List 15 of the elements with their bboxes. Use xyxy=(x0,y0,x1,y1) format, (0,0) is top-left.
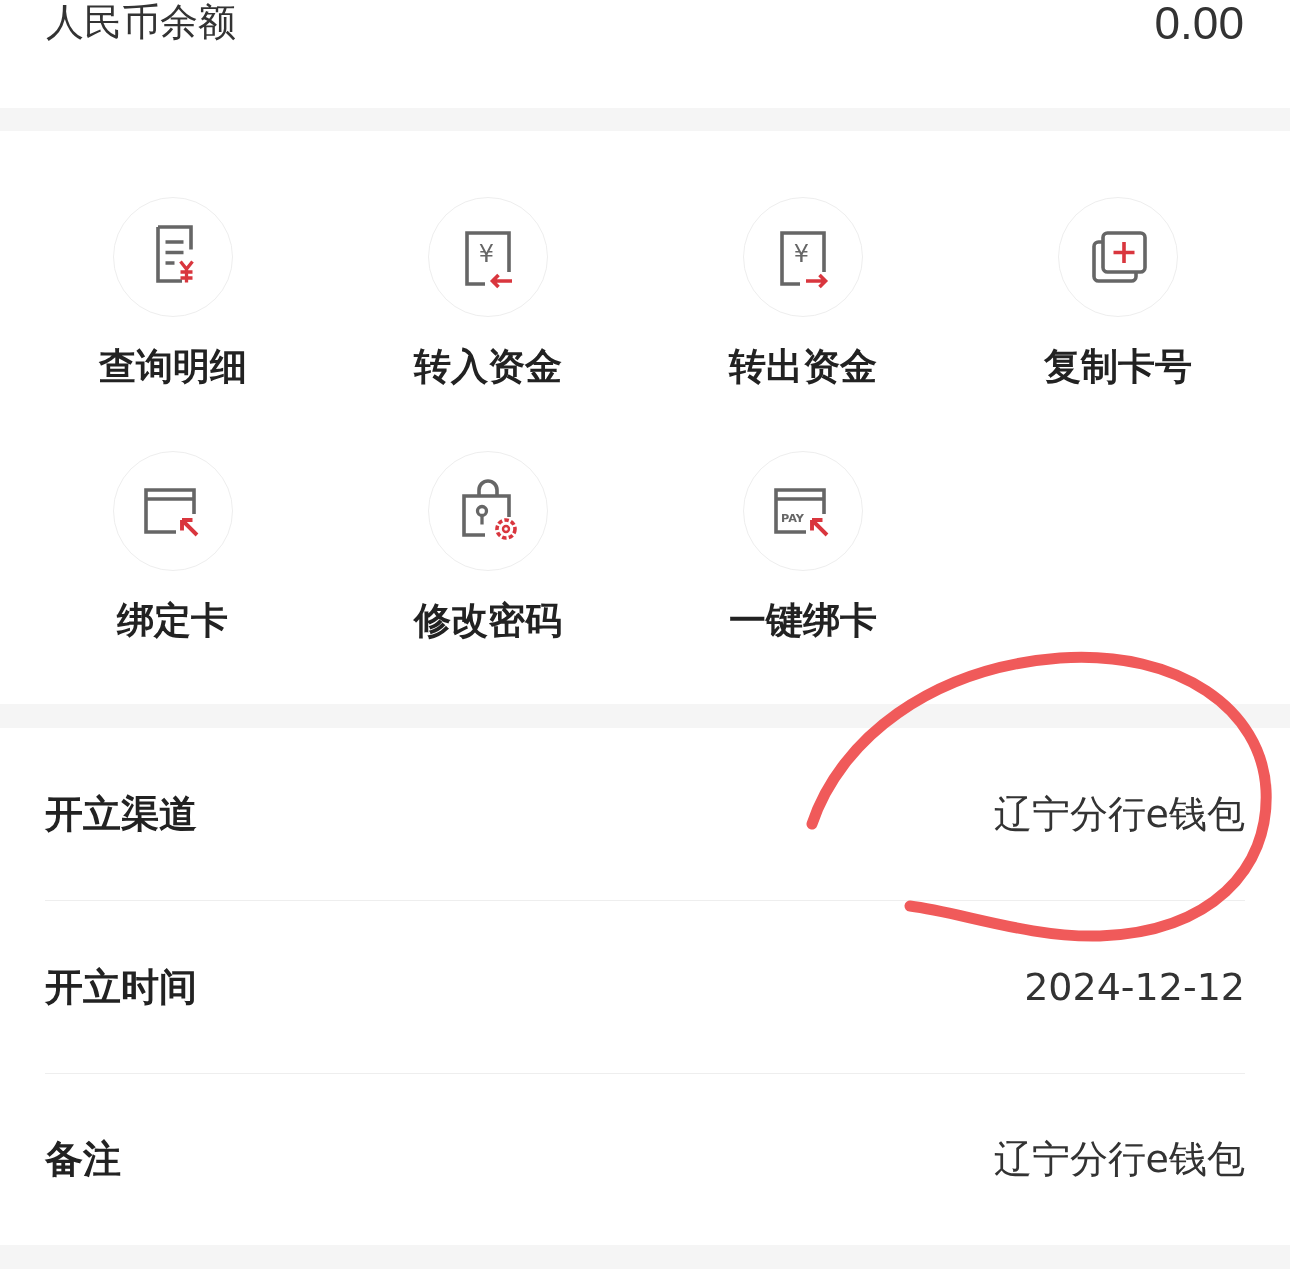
action-item[interactable]: ¥ 转入资金 xyxy=(330,197,645,389)
balance-amount: 0.00 xyxy=(1154,0,1244,46)
detail-label: 开立渠道 xyxy=(45,790,197,838)
detail-value: 辽宁分行e钱包 xyxy=(993,790,1245,838)
detail-value: 2024-12-12 xyxy=(1024,965,1245,1009)
action-item[interactable]: 修改密码 xyxy=(330,451,645,643)
action-item[interactable]: 复制卡号 xyxy=(960,197,1275,389)
detail-label: 备注 xyxy=(45,1136,121,1183)
action-item[interactable]: 查询明细 xyxy=(15,197,330,389)
action-item[interactable]: ¥ 转出资金 xyxy=(645,197,960,389)
action-item[interactable]: PAY 一键绑卡 xyxy=(645,451,960,643)
balance-label: 人民币余额 xyxy=(46,0,236,44)
detail-value: 辽宁分行e钱包 xyxy=(993,1136,1245,1183)
action-item[interactable]: 绑定卡 xyxy=(15,451,330,643)
detail-label: 开立时间 xyxy=(45,963,197,1011)
